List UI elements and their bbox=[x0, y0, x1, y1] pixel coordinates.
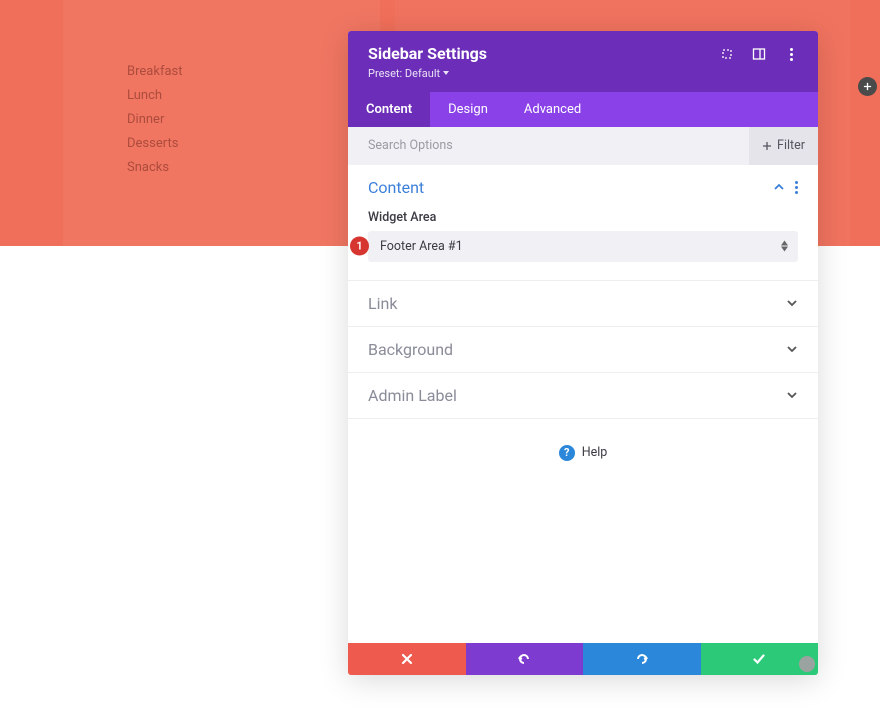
undo-button[interactable] bbox=[466, 643, 584, 675]
filter-label: Filter bbox=[777, 138, 805, 153]
section-content-title: Content bbox=[368, 178, 424, 197]
plus-icon bbox=[762, 141, 772, 151]
save-button[interactable] bbox=[701, 643, 819, 675]
panel-body: Content Widget Area 1 Footer Area #1 bbox=[348, 165, 818, 643]
close-icon bbox=[400, 652, 414, 666]
caret-down-icon bbox=[443, 71, 449, 75]
section-content-header[interactable]: Content bbox=[348, 165, 818, 210]
preset-label: Preset: Default bbox=[368, 67, 440, 80]
more-options-icon[interactable] bbox=[784, 47, 798, 61]
tab-design[interactable]: Design bbox=[430, 92, 506, 127]
chevron-up-icon bbox=[773, 181, 785, 193]
redo-button[interactable] bbox=[583, 643, 701, 675]
footer-actions bbox=[348, 643, 818, 675]
section-link-header[interactable]: Link bbox=[348, 281, 818, 326]
section-background: Background bbox=[348, 327, 818, 373]
redo-icon bbox=[635, 652, 649, 666]
step-badge-1: 1 bbox=[350, 237, 369, 256]
tabs: Content Design Advanced bbox=[348, 92, 818, 127]
preset-selector[interactable]: Preset: Default bbox=[368, 67, 487, 80]
section-link: Link bbox=[348, 281, 818, 327]
section-content: Content Widget Area 1 Footer Area #1 bbox=[348, 165, 818, 281]
page-column-left bbox=[63, 0, 380, 246]
chevron-down-icon bbox=[786, 343, 798, 355]
section-background-header[interactable]: Background bbox=[348, 327, 818, 372]
section-link-title: Link bbox=[368, 294, 397, 313]
snap-icon[interactable] bbox=[752, 47, 766, 61]
section-admin-label-title: Admin Label bbox=[368, 386, 457, 405]
sidebar-item-dinner[interactable]: Dinner bbox=[127, 112, 183, 129]
section-admin-label-header[interactable]: Admin Label bbox=[348, 373, 818, 418]
modal-header: Sidebar Settings Preset: Default bbox=[348, 31, 818, 92]
section-background-title: Background bbox=[368, 340, 453, 359]
help-icon: ? bbox=[559, 445, 575, 461]
search-input[interactable]: Search Options bbox=[368, 138, 453, 153]
settings-modal: Sidebar Settings Preset: Default Content… bbox=[348, 31, 818, 675]
modal-title: Sidebar Settings bbox=[368, 44, 487, 65]
cancel-button[interactable] bbox=[348, 643, 466, 675]
sidebar-item-breakfast[interactable]: Breakfast bbox=[127, 64, 183, 81]
tab-advanced[interactable]: Advanced bbox=[506, 92, 599, 127]
widget-area-select[interactable]: Footer Area #1 bbox=[368, 231, 798, 262]
check-icon bbox=[752, 652, 766, 666]
sidebar-item-desserts[interactable]: Desserts bbox=[127, 136, 183, 153]
search-row: Search Options Filter bbox=[348, 127, 818, 165]
widget-area-label: Widget Area bbox=[368, 210, 798, 225]
resize-handle-icon[interactable] bbox=[799, 656, 815, 672]
sidebar-item-snacks[interactable]: Snacks bbox=[127, 160, 183, 177]
section-more-icon[interactable] bbox=[795, 181, 798, 194]
help-label: Help bbox=[582, 445, 608, 460]
undo-icon bbox=[517, 652, 531, 666]
filter-button[interactable]: Filter bbox=[749, 127, 818, 165]
help-row[interactable]: ? Help bbox=[348, 419, 818, 487]
sidebar-menu: Breakfast Lunch Dinner Desserts Snacks bbox=[127, 64, 183, 176]
sidebar-item-lunch[interactable]: Lunch bbox=[127, 88, 183, 105]
add-module-button[interactable] bbox=[858, 77, 877, 96]
section-admin-label: Admin Label bbox=[348, 373, 818, 419]
expand-icon[interactable] bbox=[720, 47, 734, 61]
chevron-down-icon bbox=[786, 389, 798, 401]
chevron-down-icon bbox=[786, 297, 798, 309]
tab-content[interactable]: Content bbox=[348, 92, 430, 127]
